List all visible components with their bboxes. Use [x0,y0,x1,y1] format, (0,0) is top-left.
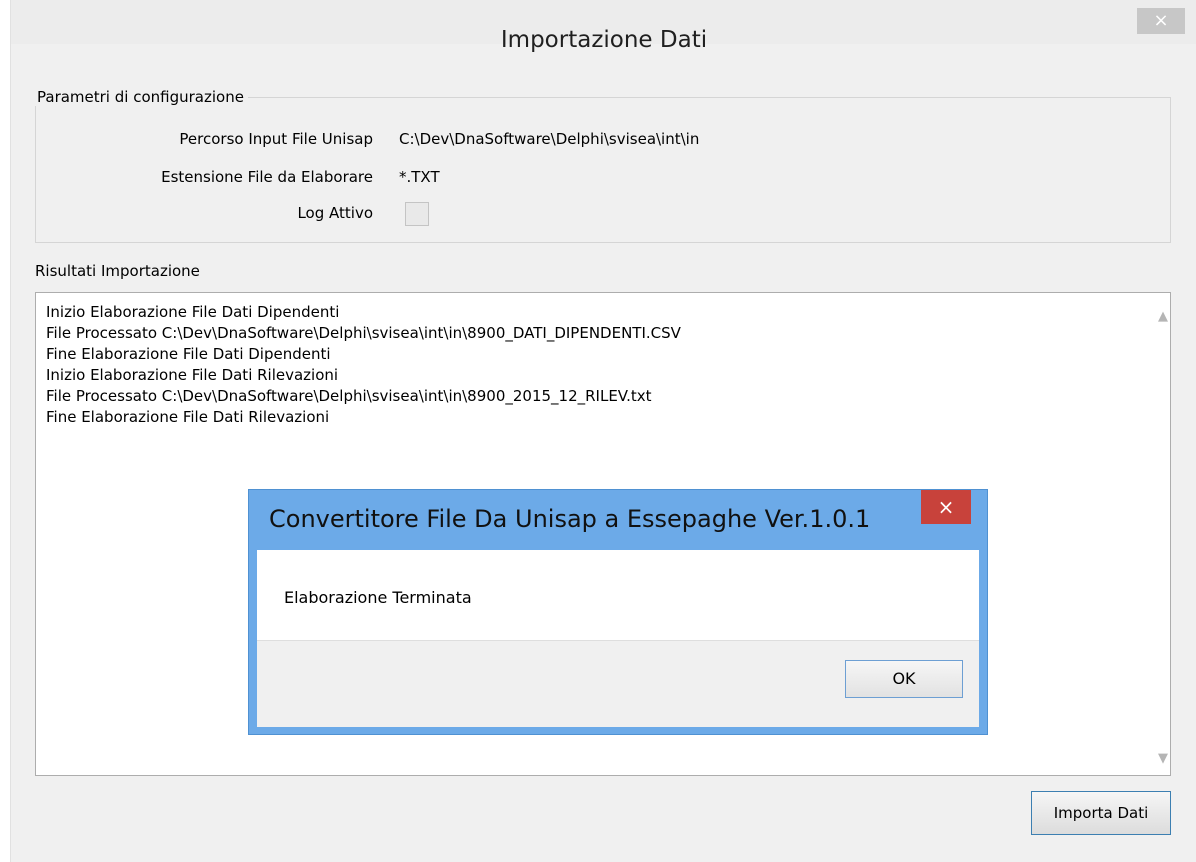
dialog-close-button[interactable]: × [921,490,971,524]
message-dialog: Convertitore File Da Unisap a Essepaghe … [248,489,988,735]
config-group-title: Parametri di configurazione [33,88,248,106]
input-path-label: Percorso Input File Unisap [179,130,373,148]
message-area: Elaborazione Terminata [257,550,979,640]
result-line: Fine Elaborazione File Dati Rilevazioni [46,408,330,426]
close-button[interactable]: × [1137,8,1185,34]
dialog-title: Convertitore File Da Unisap a Essepaghe … [269,505,871,533]
scroll-up-icon[interactable]: ▲ [1156,309,1170,327]
ok-button[interactable]: OK [845,660,963,698]
dialog-divider [257,640,979,641]
result-line: Fine Elaborazione File Dati Dipendenti [46,345,331,363]
result-line: File Processato C:\Dev\DnaSoftware\Delph… [46,324,681,342]
extension-value: *.TXT [399,168,440,186]
result-line: Inizio Elaborazione File Dati Rilevazion… [46,366,339,384]
input-path-value: C:\Dev\DnaSoftware\Delphi\svisea\int\in [399,130,700,148]
results-label: Risultati Importazione [35,262,200,280]
extension-label: Estensione File da Elaborare [161,168,373,186]
result-line: Inizio Elaborazione File Dati Dipendenti [46,303,340,321]
dialog-message: Elaborazione Terminata [284,588,472,607]
scroll-down-icon[interactable]: ▼ [1156,751,1170,769]
import-data-button[interactable]: Importa Dati [1031,791,1171,835]
log-label: Log Attivo [297,204,373,222]
dialog-body: Elaborazione Terminata OK [257,550,979,727]
window-title: Importazione Dati [500,27,708,53]
result-line: File Processato C:\Dev\DnaSoftware\Delph… [46,387,652,405]
log-checkbox[interactable] [405,202,429,226]
